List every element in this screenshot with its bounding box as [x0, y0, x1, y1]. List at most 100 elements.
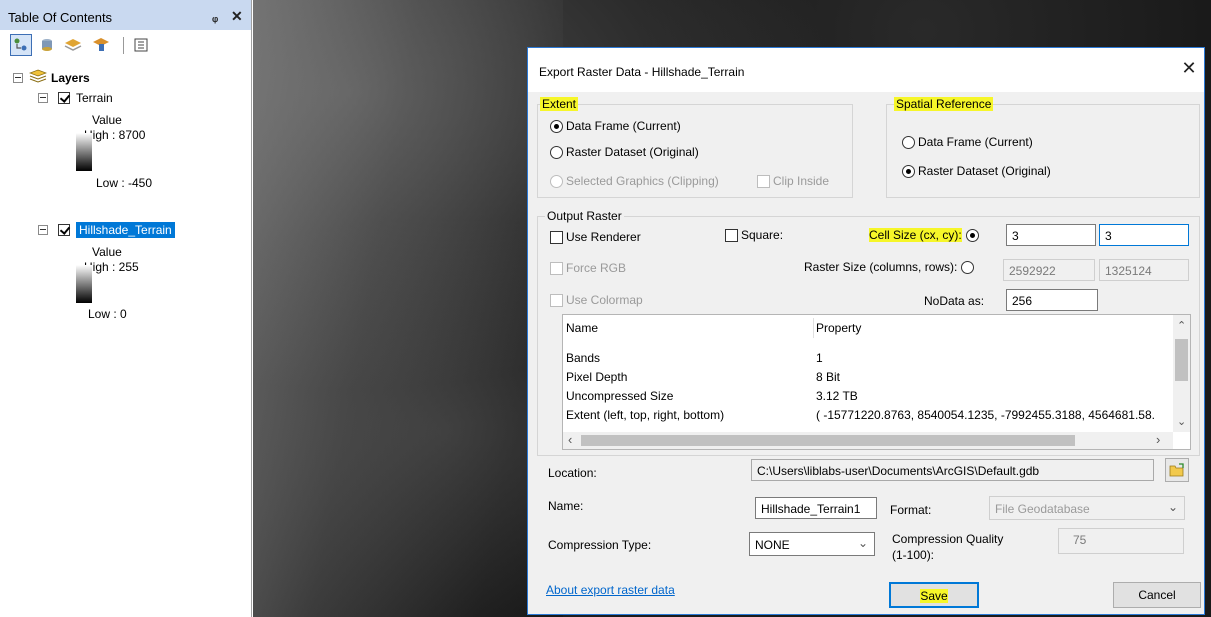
extent-raster-dataset-radio[interactable]: Raster Dataset (Original) — [550, 145, 699, 159]
checkbox-icon — [550, 293, 563, 307]
close-icon[interactable]: ✕ — [1179, 58, 1199, 78]
legend-high-value: High : 8700 — [84, 128, 146, 142]
location-label: Location: — [548, 466, 597, 480]
extent-data-frame-radio[interactable]: Data Frame (Current) — [550, 119, 681, 133]
force-rgb-checkbox: Force RGB — [550, 261, 626, 275]
legend-high-value: High : 255 — [84, 260, 139, 274]
checkbox-label: Square: — [741, 228, 784, 242]
radio-label: Data Frame (Current) — [918, 135, 1033, 149]
checkbox-icon — [550, 261, 563, 275]
property-name: Bands — [566, 351, 601, 365]
scroll-right-icon[interactable]: › — [1156, 432, 1160, 447]
compression-type-label: Compression Type: — [548, 538, 652, 552]
toc-title: Table Of Contents — [8, 10, 113, 25]
raster-size-radio[interactable]: Raster Size (columns, rows): — [804, 260, 977, 274]
cell-size-cx-input[interactable]: 3 — [1006, 224, 1096, 246]
spatial-reference-label: Spatial Reference — [894, 97, 994, 111]
dialog-title: Export Raster Data - Hillshade_Terrain — [539, 65, 745, 79]
checkbox-label: Use Renderer — [566, 230, 641, 244]
layer-terrain[interactable]: Terrain — [38, 91, 113, 105]
radio-icon — [550, 119, 563, 133]
legend-color-ramp — [76, 265, 92, 303]
list-by-visibility-icon[interactable] — [62, 34, 84, 56]
radio-icon — [902, 164, 915, 178]
scrollbar-thumb[interactable] — [581, 435, 1075, 446]
scroll-up-icon[interactable]: ⌃ — [1177, 319, 1186, 332]
layers-root-label: Layers — [51, 70, 90, 85]
cell-size-cy-input[interactable]: 3 — [1099, 224, 1189, 246]
browse-folder-button[interactable] — [1165, 458, 1189, 482]
toc-title-bar[interactable]: Table Of Contents ᵩ ✕ — [0, 0, 251, 30]
scroll-left-icon[interactable]: ‹ — [568, 432, 572, 447]
radio-label: Raster Dataset (Original) — [566, 145, 699, 159]
list-by-selection-icon[interactable] — [90, 34, 112, 56]
property-value: ( -15771220.8763, 8540054.1235, -7992455… — [816, 408, 1155, 422]
extent-selected-graphics-radio: Selected Graphics (Clipping) — [550, 174, 719, 188]
radio-icon — [902, 135, 915, 149]
raster-properties-list[interactable]: Name Property Bands 1 Pixel Depth 8 Bit … — [562, 314, 1191, 450]
radio-label: Cell Size (cx, cy): — [869, 228, 962, 242]
save-button[interactable]: Save — [889, 582, 979, 608]
list-by-drawing-order-icon[interactable] — [10, 34, 32, 56]
checkbox-icon — [757, 174, 770, 188]
layer-name: Terrain — [76, 91, 113, 105]
spatial-ref-raster-dataset-radio[interactable]: Raster Dataset (Original) — [902, 164, 1051, 178]
layers-root[interactable]: Layers — [13, 69, 90, 86]
column-separator — [813, 318, 814, 338]
dialog-title-bar[interactable]: Export Raster Data - Hillshade_Terrain ✕ — [528, 48, 1204, 92]
about-export-raster-link[interactable]: About export raster data — [546, 583, 675, 597]
close-icon[interactable]: ✕ — [231, 8, 243, 25]
column-header-name[interactable]: Name — [566, 321, 598, 335]
property-name: Uncompressed Size — [566, 389, 674, 403]
use-renderer-checkbox[interactable]: Use Renderer — [550, 230, 641, 244]
save-button-label: Save — [920, 589, 948, 603]
raster-columns-input: 2592922 — [1003, 259, 1095, 281]
square-checkbox[interactable]: Square: — [725, 228, 783, 242]
export-raster-data-dialog: Export Raster Data - Hillshade_Terrain ✕… — [527, 47, 1205, 615]
table-of-contents-panel: Table Of Contents ᵩ ✕ Layers Terrain Val… — [0, 0, 252, 617]
horizontal-scrollbar[interactable]: ‹ › — [563, 432, 1173, 449]
property-value: 1 — [816, 351, 823, 365]
name-label: Name: — [548, 499, 584, 513]
format-value: File Geodatabase — [995, 502, 1090, 516]
legend-title: Value — [92, 245, 122, 259]
list-by-source-icon[interactable] — [36, 34, 58, 56]
scrollbar-thumb[interactable] — [1175, 339, 1188, 381]
property-value: 8 Bit — [816, 370, 841, 384]
radio-label: Raster Dataset (Original) — [918, 164, 1051, 178]
legend-low-value: Low : 0 — [88, 307, 127, 321]
pin-icon[interactable]: ᵩ — [212, 9, 218, 24]
compression-type-select[interactable]: NONE ⌄ — [749, 532, 875, 556]
nodata-input[interactable]: 256 — [1006, 289, 1098, 311]
compression-type-value: NONE — [755, 538, 790, 552]
spatial-ref-data-frame-radio[interactable]: Data Frame (Current) — [902, 135, 1033, 149]
spatial-reference-group — [886, 104, 1200, 198]
layer-hillshade-terrain[interactable]: Hillshade_Terrain — [38, 222, 175, 238]
cell-size-radio[interactable]: Cell Size (cx, cy): — [869, 228, 982, 242]
layer-visibility-checkbox[interactable] — [58, 92, 70, 104]
vertical-scrollbar[interactable]: ⌃ ⌄ — [1173, 315, 1190, 432]
toolbar-separator — [123, 37, 124, 54]
collapse-icon[interactable] — [13, 72, 23, 83]
compression-quality-range: (1-100): — [892, 548, 935, 562]
checkbox-icon — [550, 230, 563, 244]
toc-toolbar — [0, 30, 251, 62]
clip-inside-checkbox: Clip Inside — [757, 174, 829, 188]
location-input[interactable]: C:\Users\liblabs-user\Documents\ArcGIS\D… — [751, 459, 1154, 481]
scroll-down-icon[interactable]: ⌄ — [1177, 415, 1186, 428]
collapse-icon[interactable] — [38, 93, 48, 103]
radio-icon — [961, 260, 975, 274]
checkbox-icon — [725, 228, 738, 242]
property-name: Extent (left, top, right, bottom) — [566, 408, 725, 422]
radio-label: Selected Graphics (Clipping) — [566, 174, 719, 188]
layer-name: Hillshade_Terrain — [76, 222, 175, 238]
name-input[interactable]: Hillshade_Terrain1 — [755, 497, 877, 519]
cancel-button[interactable]: Cancel — [1113, 582, 1201, 608]
raster-rows-input: 1325124 — [1099, 259, 1189, 281]
options-icon[interactable] — [130, 34, 152, 56]
collapse-icon[interactable] — [38, 225, 48, 235]
output-raster-label: Output Raster — [545, 209, 624, 223]
checkbox-label: Force RGB — [566, 261, 627, 275]
column-header-property[interactable]: Property — [816, 321, 861, 335]
layer-visibility-checkbox[interactable] — [58, 224, 70, 236]
